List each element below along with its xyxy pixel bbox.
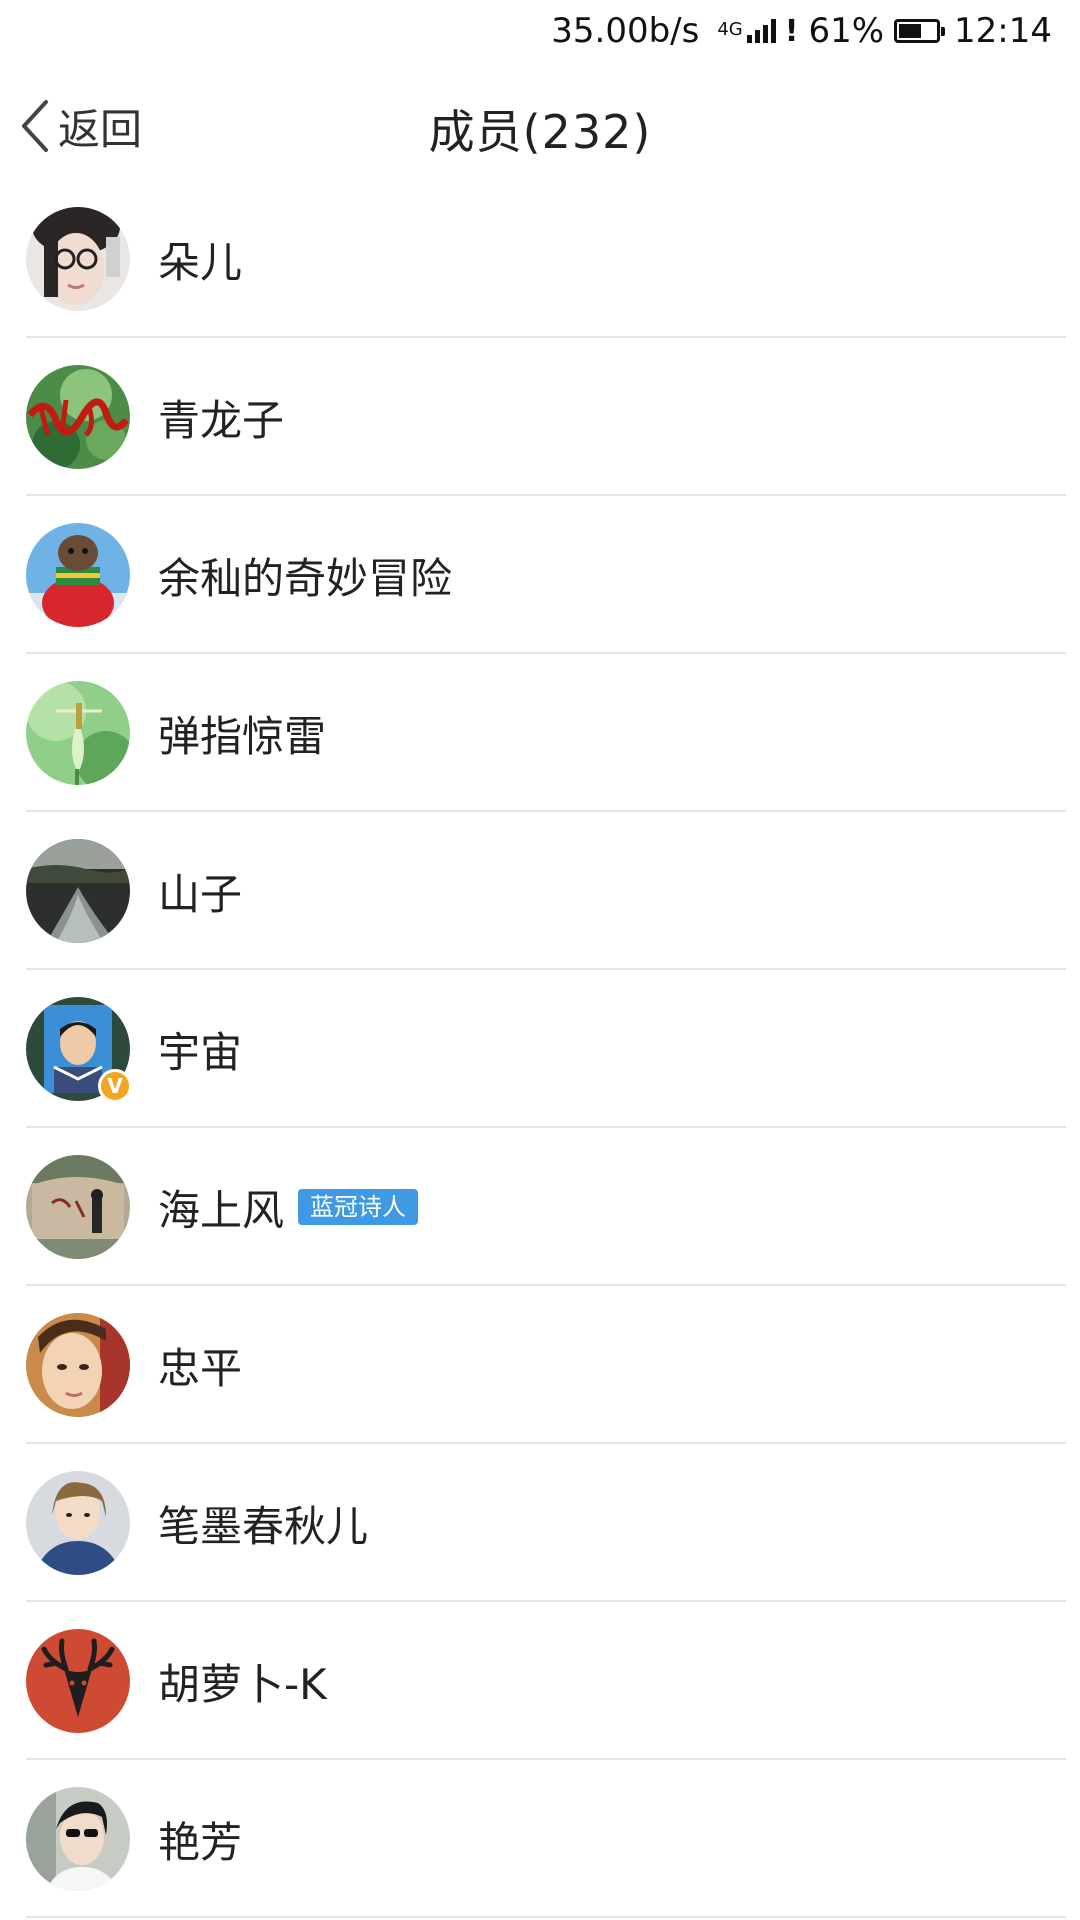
member-name: 弹指惊雷 — [158, 711, 327, 761]
member-row[interactable]: 胡萝卜-K — [0, 1602, 1080, 1760]
member-name: 艳芳 — [158, 1817, 243, 1867]
stone-monument-avatar-icon — [26, 1155, 130, 1259]
green-calligraphy-avatar-icon — [26, 365, 130, 469]
divider — [26, 1916, 1066, 1918]
member-row[interactable]: 忠平 — [0, 1286, 1080, 1444]
member-name: 山子 — [158, 869, 243, 919]
battery-icon — [894, 19, 946, 43]
member-row[interactable]: 海上风 蓝冠诗人 — [0, 1128, 1080, 1286]
member-name: 海上风 — [158, 1185, 285, 1235]
girl-selfie-avatar-icon — [26, 1313, 130, 1417]
network-type: 4G — [717, 18, 743, 40]
avatar — [26, 207, 130, 311]
avatar — [26, 365, 130, 469]
battery-percent: 61% — [808, 11, 885, 51]
avatar — [26, 1155, 130, 1259]
member-list: 朵儿 青龙子 余秈的奇妙冒险 弹指惊雷 山子 V 宇宙 海上风 蓝冠诗人 忠平 … — [0, 180, 1080, 1918]
girl-denim-avatar-icon — [26, 1471, 130, 1575]
avatar — [26, 681, 130, 785]
member-row[interactable]: 朵儿 — [0, 180, 1080, 338]
avatar — [26, 1629, 130, 1733]
member-name: 朵儿 — [158, 237, 243, 287]
dog-sweater-avatar-icon — [26, 523, 130, 627]
avatar — [26, 523, 130, 627]
page-title: 成员(232) — [428, 105, 652, 159]
avatar — [26, 1471, 130, 1575]
status-bar: 35.00b/s 4G ! 61% 12:14 — [0, 0, 1080, 62]
signal-icon — [746, 19, 779, 43]
member-row[interactable]: 山子 — [0, 812, 1080, 970]
member-name: 青龙子 — [158, 395, 285, 445]
avatar: V — [26, 997, 132, 1103]
member-row[interactable]: 艳芳 — [0, 1760, 1080, 1918]
member-name: 余秈的奇妙冒险 — [158, 553, 453, 603]
dragonfly-lotus-avatar-icon — [26, 681, 130, 785]
member-name: 宇宙 — [158, 1027, 243, 1077]
avatar — [26, 1787, 130, 1891]
member-row[interactable]: 余秈的奇妙冒险 — [0, 496, 1080, 654]
alert-icon: ! — [784, 13, 799, 49]
network-speed: 35.00b/s — [551, 11, 700, 51]
river-landscape-avatar-icon — [26, 839, 130, 943]
avatar — [26, 1313, 130, 1417]
member-name: 忠平 — [158, 1343, 243, 1393]
member-row[interactable]: 弹指惊雷 — [0, 654, 1080, 812]
woman-glasses-avatar-icon — [26, 207, 130, 311]
avatar — [26, 839, 130, 943]
member-row[interactable]: V 宇宙 — [0, 970, 1080, 1128]
member-row[interactable]: 青龙子 — [0, 338, 1080, 496]
clock: 12:14 — [954, 11, 1052, 51]
person-sunglasses-avatar-icon — [26, 1787, 130, 1891]
nav-bar: 返回 成员(232) — [0, 62, 1080, 190]
verified-icon: V — [98, 1069, 132, 1103]
deer-head-avatar-icon — [26, 1629, 130, 1733]
member-name: 笔墨春秋儿 — [158, 1501, 369, 1551]
member-name: 胡萝卜-K — [158, 1659, 327, 1709]
member-row[interactable]: 笔墨春秋儿 — [0, 1444, 1080, 1602]
member-title-badge: 蓝冠诗人 — [298, 1189, 419, 1225]
